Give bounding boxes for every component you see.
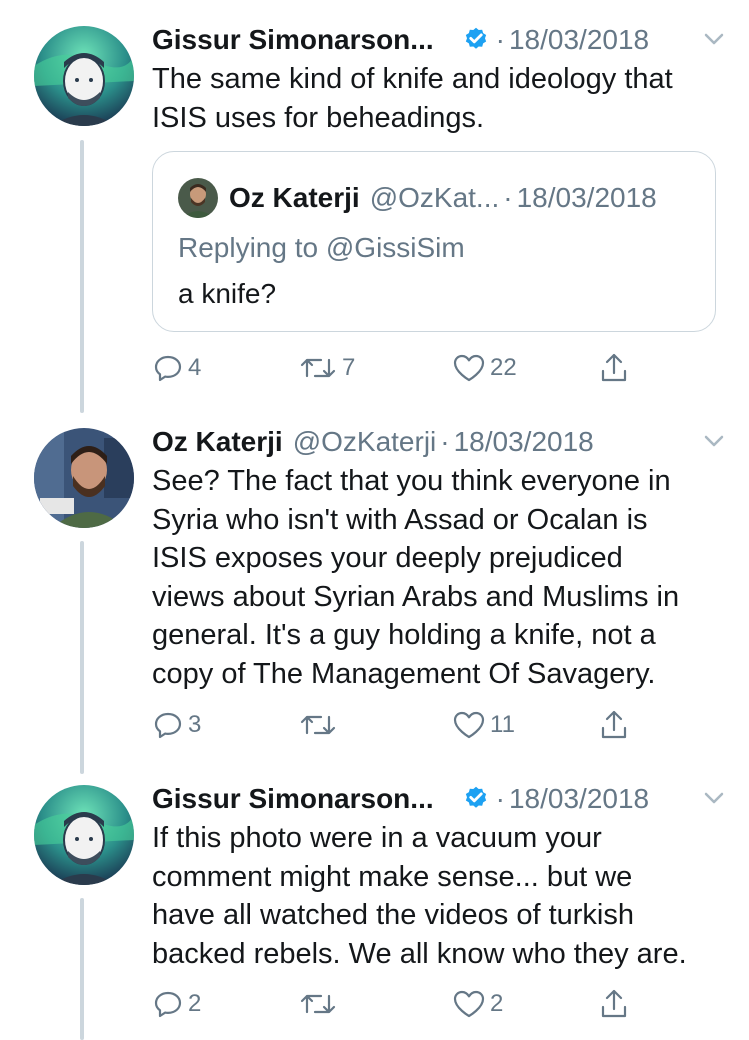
avatar[interactable] (34, 26, 134, 126)
tweet-header: Oz Katerji @OzKaterji · 18/03/2018 (152, 422, 729, 462)
replying-to: Replying to @GissiSim (178, 232, 465, 263)
heart-icon (453, 354, 485, 382)
like-button[interactable]: 22 (452, 348, 517, 388)
tweet-text-line: ISIS exposes your deeply prejudiced (152, 542, 623, 574)
quoted-date: 18/03/2018 (516, 182, 657, 213)
reply-icon (154, 355, 182, 382)
reply-button[interactable]: 3 (152, 705, 201, 745)
tweet-text-line: comment might make sense... but we (152, 860, 633, 893)
avatar[interactable] (34, 428, 134, 528)
reply-count: 2 (188, 990, 202, 1017)
retweet-button[interactable] (298, 984, 342, 1024)
quoted-avatar (178, 178, 218, 218)
quoted-handle: @OzKat... (369, 182, 500, 213)
like-count: 22 (490, 354, 517, 381)
tweet-header: Gissur Simonarson... · 18/03/2018 (152, 20, 729, 60)
retweet-button[interactable]: 7 (298, 348, 355, 388)
author-name[interactable]: Gissur Simonarson... (152, 783, 434, 815)
tweet-text-line: views about Syrian Arabs and Muslims in (152, 580, 680, 613)
verified-badge-icon (465, 786, 486, 808)
tweet-text-line: general. It's a guy holding a knife, not… (152, 619, 656, 651)
author-name[interactable]: Gissur Simonarson... (152, 24, 434, 56)
tweet-actions: 3 11 (152, 705, 652, 745)
share-button[interactable] (598, 705, 630, 745)
author-handle[interactable]: @OzKaterji (293, 426, 437, 458)
tweet-text-line: See? The fact that you think everyone in (152, 465, 671, 497)
heart-icon (453, 711, 485, 739)
separator-dot: · (495, 24, 505, 55)
separator-dot: · (503, 182, 513, 213)
like-count: 11 (490, 711, 515, 738)
reply-icon (154, 712, 182, 739)
share-button[interactable] (598, 984, 630, 1024)
tweet-text: The same kind of knife and ideology that… (152, 60, 732, 137)
tweet-actions: 4 7 22 (152, 348, 652, 388)
tweet-text-line: ISIS uses for beheadings. (152, 101, 485, 134)
tweet-text: If this photo were in a vacuum your comm… (152, 819, 732, 973)
tweet[interactable]: Oz Katerji @OzKaterji · 18/03/2018 See? … (0, 422, 749, 752)
avatar[interactable] (34, 785, 134, 885)
retweet-icon (300, 715, 336, 735)
chevron-down-icon[interactable] (699, 426, 729, 456)
reply-icon (154, 991, 182, 1018)
tweet-text-line: If this photo were in a vacuum your (152, 822, 602, 854)
tweet-text-line: copy of The Management Of Savagery. (152, 657, 656, 690)
quoted-header: Oz Katerji @OzKat... · 18/03/2018 (229, 178, 657, 218)
reply-button[interactable]: 2 (152, 984, 201, 1024)
retweet-icon (300, 358, 336, 378)
quoted-tweet[interactable]: Oz Katerji @OzKat... · 18/03/2018 Replyi… (152, 151, 716, 332)
tweet-actions: 2 2 (152, 984, 652, 1024)
tweet-text-line: The same kind of knife and ideology that (152, 63, 673, 95)
like-count: 2 (490, 990, 504, 1017)
tweet-date[interactable]: 18/03/2018 (454, 426, 594, 458)
quoted-author-name: Oz Katerji (229, 182, 360, 213)
separator-dot: · (495, 783, 505, 814)
tweet-text-line: have all watched the videos of turkish (152, 899, 634, 931)
retweet-button[interactable] (298, 705, 342, 745)
verified-badge-icon (465, 27, 486, 49)
chevron-down-icon[interactable] (699, 24, 729, 54)
tweet-date[interactable]: 18/03/2018 (509, 783, 649, 815)
chevron-down-icon[interactable] (699, 783, 729, 813)
share-button[interactable] (598, 348, 630, 388)
tweet-date[interactable]: 18/03/2018 (509, 24, 649, 56)
heart-icon (453, 990, 485, 1018)
reply-button[interactable]: 4 (152, 348, 201, 388)
separator-dot: · (440, 426, 450, 457)
author-name[interactable]: Oz Katerji (152, 426, 283, 458)
reply-count: 3 (188, 711, 202, 738)
share-icon (601, 710, 627, 739)
retweet-icon (300, 994, 336, 1014)
tweet[interactable]: Gissur Simonarson... · 18/03/2018 The sa… (0, 20, 749, 400)
share-icon (601, 353, 627, 382)
tweet[interactable]: Gissur Simonarson... · 18/03/2018 If thi… (0, 779, 749, 1040)
tweet-text: See? The fact that you think everyone in… (152, 462, 732, 693)
retweet-count: 7 (342, 354, 356, 381)
tweet-text-line: backed rebels. We all know who they are. (152, 937, 687, 970)
reply-count: 4 (188, 354, 202, 381)
tweet-header: Gissur Simonarson... · 18/03/2018 (152, 779, 729, 819)
like-button[interactable]: 11 (452, 705, 515, 745)
like-button[interactable]: 2 (452, 984, 503, 1024)
tweet-text-line: Syria who isn't with Assad or Ocalan is (152, 503, 648, 536)
share-icon (601, 989, 627, 1018)
quoted-text: a knife? (178, 278, 277, 309)
